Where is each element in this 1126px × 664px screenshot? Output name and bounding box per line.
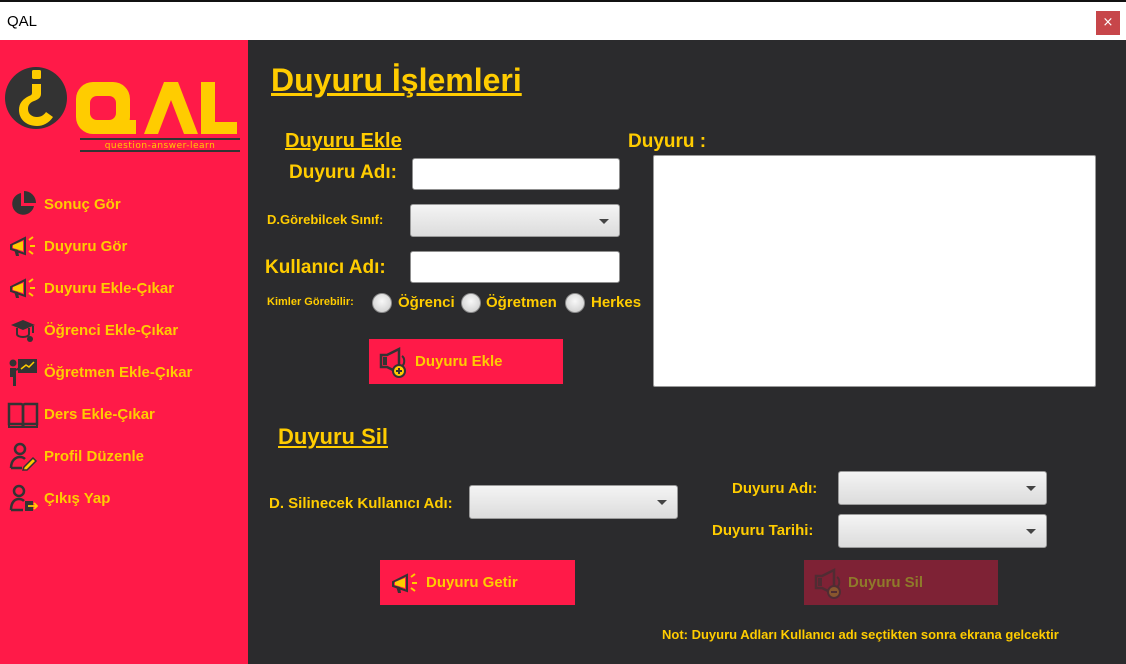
sidebar-item-label: Sonuç Gör	[44, 195, 121, 213]
delete-username-label: D. Silinecek Kullanıcı Adı:	[269, 495, 453, 512]
sidebar-item-label: Ders Ekle-Çıkar	[44, 405, 155, 423]
delete-announcement-button[interactable]: Duyuru Sil	[804, 560, 998, 605]
username-label: Kullanıcı Adı:	[265, 257, 386, 278]
sidebar-item-sonuc-gor[interactable]: Sonuç Gör	[6, 188, 246, 220]
radio-ogrenci-label: Öğrenci	[398, 294, 455, 311]
chevron-down-icon	[657, 500, 667, 505]
user-logout-icon	[6, 482, 40, 514]
radio-herkes-label: Herkes	[591, 294, 642, 311]
username-input[interactable]	[410, 251, 620, 283]
announcement-text-label: Duyuru :	[628, 131, 707, 152]
delete-name-label: Duyuru Adı:	[732, 480, 818, 497]
delete-username-select[interactable]	[469, 485, 678, 519]
sidebar: question-answer-learn Sonuç Gör Duyuru G…	[0, 40, 248, 664]
radio-herkes[interactable]	[565, 293, 585, 313]
sidebar-item-label: Çıkış Yap	[44, 489, 111, 507]
page-title: Duyuru İşlemleri	[271, 62, 522, 98]
sidebar-item-duyuru-ekle-cikar[interactable]: Duyuru Ekle-Çıkar	[6, 272, 246, 304]
sidebar-item-label: Duyuru Ekle-Çıkar	[44, 279, 175, 297]
delete-announcement-button-label: Duyuru Sil	[848, 574, 924, 591]
chevron-down-icon	[1026, 486, 1036, 491]
sidebar-item-duyuru-gor[interactable]: Duyuru Gör	[6, 230, 246, 262]
megaphone-icon	[6, 230, 40, 262]
announcement-name-label: Duyuru Adı:	[289, 162, 398, 183]
megaphone-icon	[390, 568, 420, 598]
chevron-down-icon	[599, 218, 609, 224]
window-titlebar: QAL ×	[0, 0, 1126, 40]
teacher-icon	[6, 356, 40, 388]
window-title: QAL	[7, 13, 38, 30]
sidebar-item-ogrenci-ekle-cikar[interactable]: Öğrenci Ekle-Çıkar	[6, 314, 246, 346]
visible-class-label: D.Görebilcek Sınıf:	[267, 212, 384, 227]
sidebar-item-label: Öğretmen Ekle-Çıkar	[44, 363, 193, 381]
sidebar-item-profil-duzenle[interactable]: Profil Düzenle	[6, 440, 246, 472]
close-icon: ×	[1102, 15, 1114, 30]
close-button[interactable]: ×	[1096, 11, 1120, 35]
qal-logo: question-answer-learn	[5, 67, 240, 152]
chevron-down-icon	[1026, 529, 1036, 534]
sidebar-item-ogretmen-ekle-cikar[interactable]: Öğretmen Ekle-Çıkar	[6, 356, 246, 388]
sidebar-item-label: Profil Düzenle	[44, 447, 145, 465]
add-announcement-button-label: Duyuru Ekle	[415, 353, 503, 370]
announcement-name-input[interactable]	[412, 158, 620, 190]
megaphone-add-icon	[377, 345, 411, 379]
delete-name-select[interactable]	[838, 471, 1047, 505]
sidebar-item-label: Öğrenci Ekle-Çıkar	[44, 321, 179, 339]
sidebar-item-ders-ekle-cikar[interactable]: Ders Ekle-Çıkar	[6, 398, 246, 430]
main-panel: Duyuru İşlemleri Duyuru Ekle Duyuru Adı:…	[248, 40, 1126, 664]
add-section-heading: Duyuru Ekle	[285, 130, 402, 152]
radio-ogrenci[interactable]	[372, 293, 392, 313]
megaphone-remove-icon	[812, 566, 846, 600]
fetch-announcement-button-label: Duyuru Getir	[426, 574, 518, 591]
user-edit-icon	[6, 440, 40, 472]
delete-date-label: Duyuru Tarihi:	[712, 522, 814, 539]
sidebar-item-cikis-yap[interactable]: Çıkış Yap	[6, 482, 246, 514]
visibility-label: Kimler Görebilir:	[267, 296, 354, 308]
announcement-textarea[interactable]	[653, 155, 1096, 387]
graduate-icon	[6, 314, 40, 346]
add-announcement-button[interactable]: Duyuru Ekle	[369, 339, 563, 384]
megaphone-icon	[6, 272, 40, 304]
radio-ogretmen[interactable]	[461, 293, 481, 313]
delete-date-select[interactable]	[838, 514, 1047, 548]
logo-tagline: question-answer-learn	[105, 141, 216, 151]
radio-ogretmen-label: Öğretmen	[486, 294, 557, 311]
visible-class-select[interactable]	[410, 204, 620, 237]
fetch-announcement-button[interactable]: Duyuru Getir	[380, 560, 575, 605]
delete-section-heading: Duyuru Sil	[278, 424, 389, 449]
note-text: Not: Duyuru Adları Kullanıcı adı seçtikt…	[662, 627, 1059, 642]
pie-chart-icon	[6, 188, 40, 220]
sidebar-item-label: Duyuru Gör	[44, 237, 128, 255]
book-icon	[6, 398, 40, 430]
